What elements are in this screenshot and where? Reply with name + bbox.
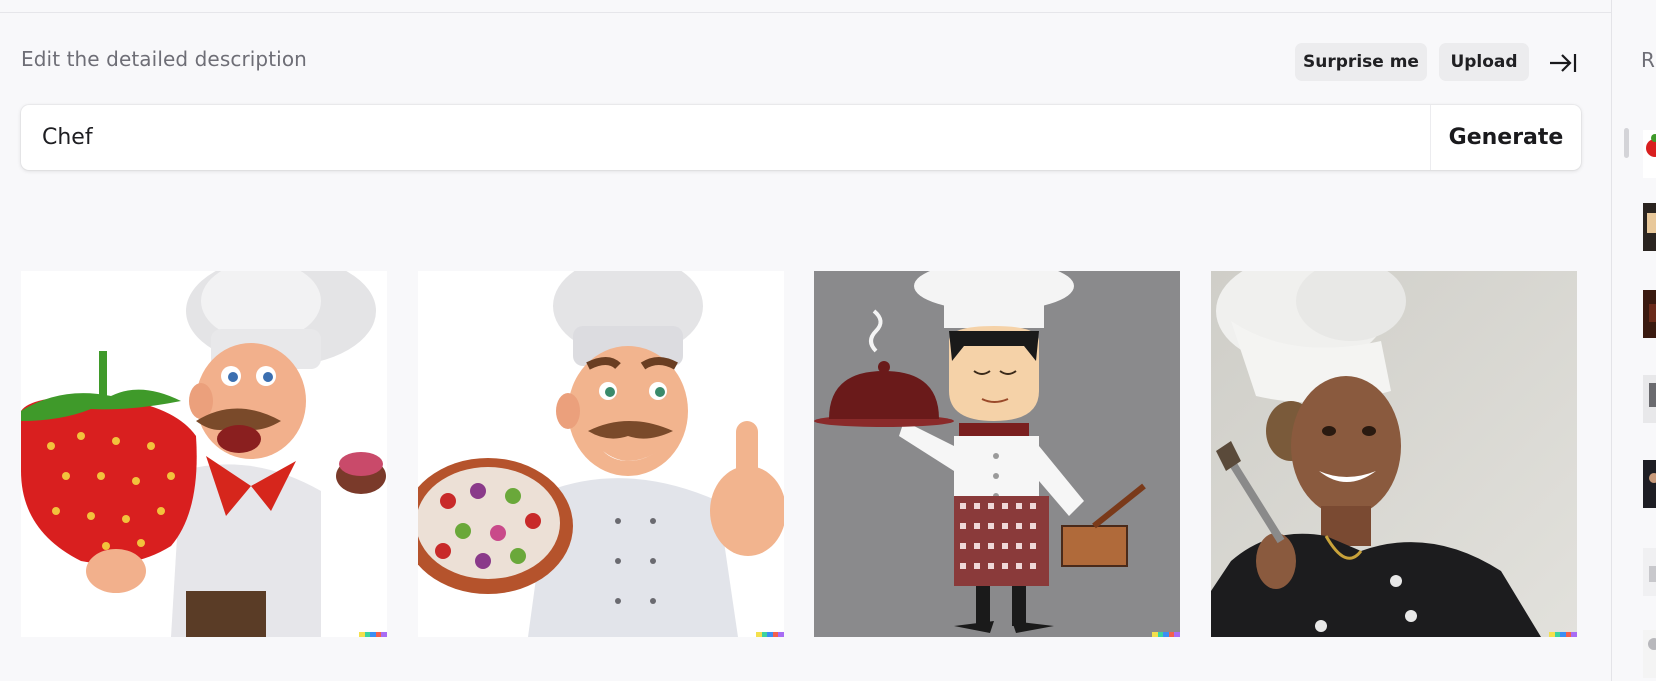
top-divider	[0, 12, 1611, 13]
sidebar-title: R	[1641, 48, 1655, 72]
history-thumbnail[interactable]	[1643, 375, 1656, 423]
history-thumbnail[interactable]	[1643, 630, 1656, 678]
history-thumbnail[interactable]	[1643, 460, 1656, 508]
editor-main: Edit the detailed description Surprise m…	[0, 0, 1611, 681]
history-thumbnail[interactable]	[1643, 290, 1656, 338]
signature-mark	[756, 632, 784, 637]
result-image-4[interactable]	[1211, 271, 1577, 637]
history-thumbnail[interactable]	[1643, 548, 1656, 596]
signature-mark	[1152, 632, 1180, 637]
surprise-me-button[interactable]: Surprise me	[1295, 43, 1427, 81]
page-title: Edit the detailed description	[21, 47, 307, 71]
collapse-sidebar-icon[interactable]	[1548, 50, 1578, 76]
prompt-bar: Generate	[21, 105, 1581, 170]
result-image-2[interactable]	[418, 271, 784, 637]
signature-mark	[359, 632, 387, 637]
result-image-1[interactable]	[21, 271, 387, 637]
generate-button[interactable]: Generate	[1431, 105, 1581, 170]
history-sidebar: R	[1611, 0, 1656, 681]
signature-mark	[1549, 632, 1577, 637]
history-thumbnail[interactable]	[1643, 203, 1656, 251]
prompt-input[interactable]	[21, 105, 1429, 170]
result-image-3[interactable]	[814, 271, 1180, 637]
history-thumbnail[interactable]	[1643, 130, 1656, 178]
sidebar-scrollbar[interactable]	[1624, 128, 1629, 158]
upload-button[interactable]: Upload	[1439, 43, 1529, 81]
